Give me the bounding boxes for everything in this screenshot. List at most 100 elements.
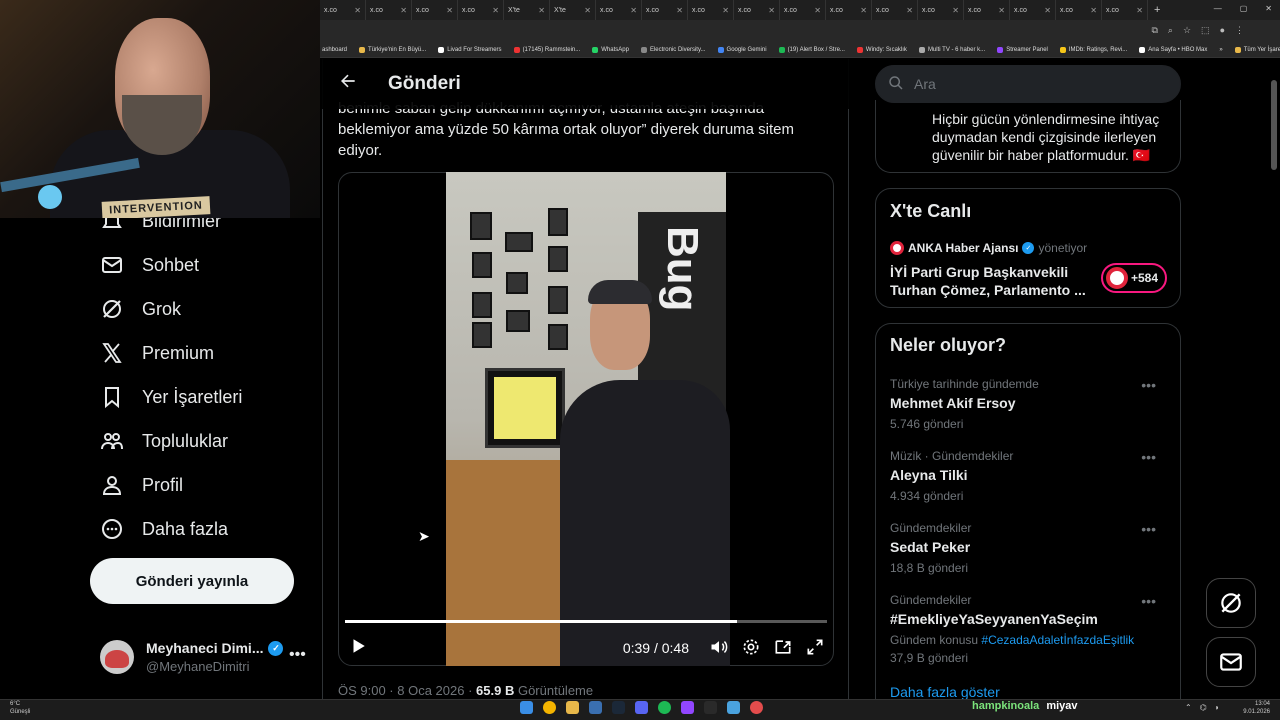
app-icon[interactable]	[589, 701, 602, 714]
bookmark-item[interactable]: Multi TV - 6 haber k...	[918, 46, 985, 53]
nav-item-more-circle[interactable]: Daha fazla	[100, 511, 228, 547]
tab-close-icon[interactable]: ✕	[400, 6, 407, 15]
zoom-icon[interactable]: ⌕	[1168, 25, 1173, 36]
browser-tab[interactable]: x.co ✕	[1010, 0, 1056, 20]
profile-icon[interactable]: ●	[1220, 25, 1225, 36]
app-icon[interactable]	[704, 701, 717, 714]
discord-icon[interactable]	[635, 701, 648, 714]
menu-icon[interactable]: ⋮	[1235, 25, 1244, 36]
browser-tab[interactable]: X'te ✕	[504, 0, 550, 20]
account-more-icon[interactable]: •••	[289, 646, 306, 664]
tab-close-icon[interactable]: ✕	[768, 6, 775, 15]
bookmark-item[interactable]: Ana Sayfa • HBO Max	[1139, 46, 1207, 53]
trend-more-icon[interactable]: •••	[1141, 593, 1156, 609]
nav-item-person[interactable]: Profil	[100, 467, 183, 503]
star-icon[interactable]: ☆	[1183, 25, 1191, 36]
trend-item[interactable]: Müzik · Gündemdekiler Aleyna Tilki 4.934 g…	[890, 449, 1170, 503]
live-listeners-pill[interactable]: +584	[1101, 263, 1167, 293]
volume-tray-icon[interactable]: ◗	[1215, 703, 1220, 712]
trend-more-icon[interactable]: •••	[1141, 521, 1156, 537]
nav-item-communities[interactable]: Topluluklar	[100, 423, 228, 459]
tab-close-icon[interactable]: ✕	[814, 6, 821, 15]
trend-more-icon[interactable]: •••	[1141, 449, 1156, 465]
tab-close-icon[interactable]: ✕	[722, 6, 729, 15]
bookmark-item[interactable]: ashboard	[322, 47, 347, 53]
live-host-row[interactable]: ANKA Haber Ajansı ✓ yönetiyor	[890, 241, 1087, 255]
translate-icon[interactable]: ⧉	[1151, 25, 1157, 36]
nav-item-bookmark[interactable]: Yer İşaretleri	[100, 379, 242, 415]
browser-tab[interactable]: x.co ✕	[780, 0, 826, 20]
browser-tab[interactable]: x.co ✕	[918, 0, 964, 20]
bookmark-item[interactable]: (17145) Rammstein...	[513, 46, 580, 53]
video-progress-bar[interactable]	[345, 620, 827, 623]
settings-gear-icon[interactable]	[741, 637, 763, 659]
bookmark-item[interactable]: »	[1219, 47, 1222, 53]
tab-close-icon[interactable]: ✕	[906, 6, 913, 15]
start-icon[interactable]	[520, 701, 533, 714]
bookmark-item[interactable]: Google Gemini	[717, 46, 767, 53]
steam-icon[interactable]	[612, 701, 625, 714]
fullscreen-icon[interactable]	[805, 637, 827, 659]
network-icon[interactable]: ⌬	[1200, 703, 1207, 712]
grok-fab[interactable]	[1206, 578, 1256, 628]
spotify-icon[interactable]	[658, 701, 671, 714]
tab-close-icon[interactable]: ✕	[676, 6, 683, 15]
browser-tab[interactable]: x.co ✕	[688, 0, 734, 20]
browser-tab[interactable]: x.co ✕	[596, 0, 642, 20]
bookmark-item[interactable]: Windy: Sıcaklık	[856, 46, 907, 53]
account-switcher[interactable]: Meyhaneci Dimi... ✓ @MeyhaneDimitri	[100, 636, 315, 678]
bookmark-item[interactable]: Livad For Streamers	[438, 46, 502, 53]
trend-item[interactable]: Türkiye tarihinde gündemde Mehmet Akif Er…	[890, 377, 1170, 431]
chrome-icon[interactable]	[543, 701, 556, 714]
browser-tab[interactable]: x.co ✕	[734, 0, 780, 20]
nav-item-grok[interactable]: Grok	[100, 291, 181, 327]
nav-item-x-logo[interactable]: Premium	[100, 335, 214, 371]
post-timestamp[interactable]: ÖS 9:00 · 8 Oca 2026 ·	[338, 683, 476, 698]
tab-close-icon[interactable]: ✕	[952, 6, 959, 15]
messages-fab[interactable]	[1206, 637, 1256, 687]
bookmark-item[interactable]: IMDb: Ratings, Revi...	[1059, 46, 1127, 53]
bookmark-item[interactable]: (19) Alert Box / Stre...	[778, 46, 845, 53]
tab-close-icon[interactable]: ✕	[584, 6, 591, 15]
post-button[interactable]: Gönderi yayınla	[90, 558, 294, 604]
tab-close-icon[interactable]: ✕	[998, 6, 1005, 15]
browser-tab[interactable]: x.co ✕	[366, 0, 412, 20]
explorer-icon[interactable]	[566, 701, 579, 714]
bookmark-item[interactable]: Streamer Panel	[997, 46, 1048, 53]
app-icon[interactable]	[750, 701, 763, 714]
tab-close-icon[interactable]: ✕	[354, 6, 361, 15]
browser-tab[interactable]: X'te ✕	[550, 0, 596, 20]
tab-close-icon[interactable]: ✕	[1090, 6, 1097, 15]
app-icon[interactable]	[727, 701, 740, 714]
browser-tab[interactable]: x.co ✕	[1102, 0, 1148, 20]
minimize-icon[interactable]: —	[1214, 4, 1222, 13]
tab-close-icon[interactable]: ✕	[1136, 6, 1143, 15]
browser-tab[interactable]: x.co ✕	[872, 0, 918, 20]
bookmark-item[interactable]: WhatsApp	[592, 46, 629, 53]
show-more-link[interactable]: Daha fazla göster	[890, 684, 1000, 700]
browser-tab[interactable]: x.co ✕	[964, 0, 1010, 20]
twitch-icon[interactable]	[681, 701, 694, 714]
tab-close-icon[interactable]: ✕	[446, 6, 453, 15]
weather-widget[interactable]: 6°C Güneşli	[10, 700, 30, 716]
volume-icon[interactable]	[709, 637, 731, 659]
bookmark-item[interactable]: Tüm Yer İşaretleri	[1234, 46, 1280, 53]
browser-tab[interactable]: x.co ✕	[320, 0, 366, 20]
search-box[interactable]: Ara	[875, 65, 1181, 103]
browser-tab[interactable]: x.co ✕	[412, 0, 458, 20]
close-icon[interactable]: ✕	[1265, 4, 1272, 13]
browser-tab[interactable]: x.co ✕	[458, 0, 504, 20]
new-tab-icon[interactable]: +	[1148, 4, 1160, 16]
pip-icon[interactable]	[773, 637, 795, 659]
nav-item-mail[interactable]: Sohbet	[100, 247, 199, 283]
live-topic[interactable]: İYİ Parti Grup Başkanvekili Turhan Çömez…	[890, 263, 1086, 299]
system-clock[interactable]: 13:04 9.01.2026	[1243, 700, 1270, 716]
trend-topic-link[interactable]: #CezadaAdaletİnfazdaEşitlik	[981, 633, 1134, 647]
tray-chevron-icon[interactable]: ⌃	[1185, 703, 1192, 712]
tab-close-icon[interactable]: ✕	[1044, 6, 1051, 15]
trend-more-icon[interactable]: •••	[1141, 377, 1156, 393]
maximize-icon[interactable]: ▢	[1240, 4, 1248, 13]
page-scrollbar[interactable]	[1271, 60, 1277, 700]
bookmark-item[interactable]: Electronic Diversity...	[640, 46, 706, 53]
trend-item[interactable]: Gündemdekiler Sedat Peker 18,8 B gönderi ••…	[890, 521, 1170, 575]
